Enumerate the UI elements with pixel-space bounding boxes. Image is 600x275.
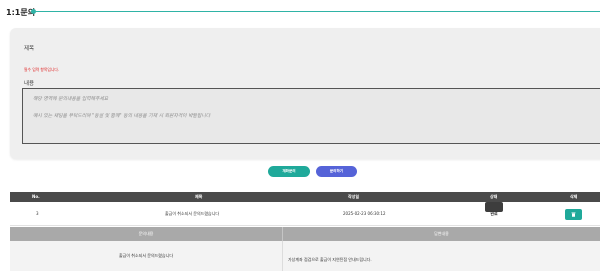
content-label: 내용 (24, 81, 35, 87)
header-date: 작성일 (348, 194, 360, 199)
detail-divider (282, 241, 283, 271)
status-badge: 완료 (485, 202, 503, 216)
row-date: 2025-02-23 06:30:12 (343, 211, 386, 216)
question-text: 출금이 취소되서 문의드렸습니다 (118, 253, 174, 258)
account-inquiry-button[interactable]: 계좌문의 (268, 166, 310, 177)
subject-label: 제목 (24, 46, 35, 52)
subject-input[interactable] (22, 55, 600, 66)
delete-row-button[interactable] (565, 209, 582, 220)
row-no: 3 (36, 211, 39, 216)
required-message: 필수 입력 항목입니다. (24, 67, 60, 72)
content-placeholder-line-2: 예시 있는 채팅을 부탁드리며 "등설 및 함께" 등의 내용을 기재 시 회원… (33, 114, 211, 119)
answer-header: 답변내용 (282, 227, 600, 241)
table-header: No. 제목 작성일 상태 삭제 (10, 192, 600, 202)
trash-icon (571, 212, 576, 217)
answer-text: 가상계좌 점검으로 출금이 지연된점 안내드립니다. (288, 257, 372, 262)
header-no: No. (32, 194, 40, 199)
row-subject: 출금이 취소되서 문의드렸습니다 (165, 211, 220, 216)
inquiry-form: 제목 필수 입력 항목입니다. 내용 해당 영역에 문의내용을 입력해주세요 예… (10, 28, 600, 159)
page-header: 1:1문의 (0, 0, 600, 26)
content-textarea[interactable]: 해당 영역에 문의내용을 입력해주세요 예시 있는 채팅을 부탁드리며 "등설 … (22, 88, 600, 144)
header-delete: 삭제 (570, 194, 578, 199)
header-status: 상태 (490, 194, 498, 199)
header-subject: 제목 (195, 194, 203, 199)
detail-header: 문의내용 답변내용 (10, 227, 600, 241)
question-header: 문의내용 (138, 231, 154, 236)
table-row[interactable]: 3 출금이 취소되서 문의드렸습니다 2025-02-23 06:30:12 완… (10, 202, 600, 226)
submit-inquiry-button[interactable]: 문의하기 (316, 166, 357, 177)
content-placeholder-line-1: 해당 영역에 문의내용을 입력해주세요 (33, 97, 109, 102)
header-divider (36, 11, 600, 12)
detail-body: 출금이 취소되서 문의드렸습니다 가상계좌 점검으로 출금이 지연된점 안내드립… (10, 241, 600, 271)
